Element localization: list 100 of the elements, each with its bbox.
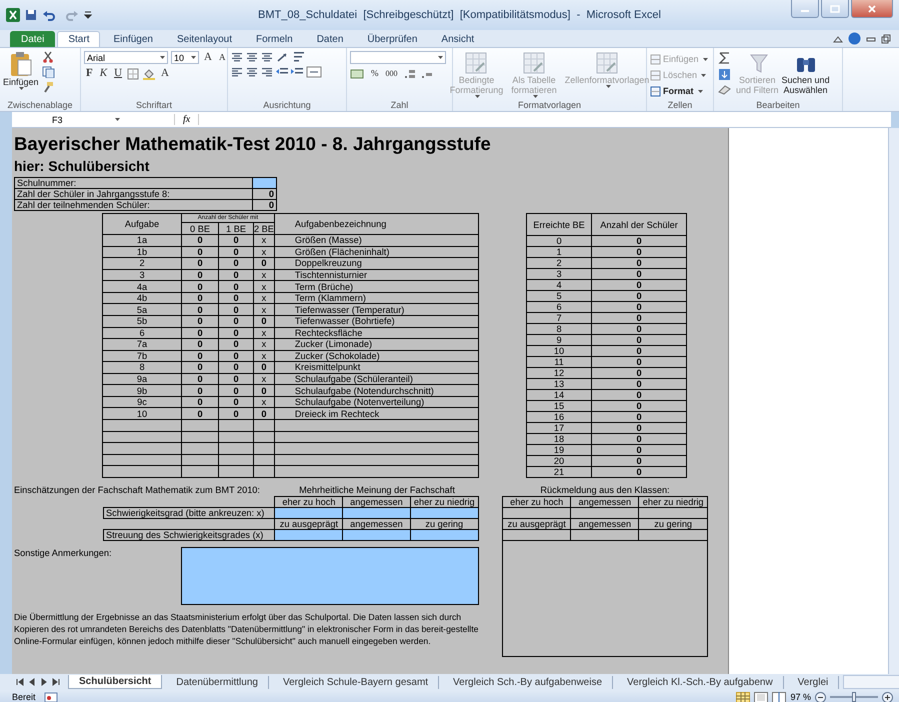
caret-icon [160, 56, 165, 59]
zoom-out-icon[interactable] [815, 692, 826, 702]
merge-cells-icon[interactable] [306, 66, 322, 78]
fill-down-icon[interactable] [717, 67, 733, 81]
vertical-scrollbar[interactable] [888, 128, 899, 674]
table-cell: 0 [592, 312, 686, 324]
page-break-icon[interactable] [772, 692, 786, 702]
shrink-font-button[interactable]: A [216, 51, 228, 64]
percent-button[interactable]: % [369, 67, 380, 80]
normal-view-icon[interactable] [736, 692, 750, 702]
column-header: Aufgabe [102, 214, 182, 235]
borders-icon[interactable] [127, 68, 140, 80]
italic-button[interactable]: K [98, 67, 110, 80]
insert-function-button[interactable]: fx [174, 114, 200, 125]
sheet-tab[interactable]: Verglei [788, 676, 840, 688]
cells-menu-button[interactable]: Format [650, 83, 708, 99]
row-label: Streuung des Schwierigkeitsgrades (x) [104, 530, 275, 540]
remarks-field[interactable] [181, 547, 479, 605]
sheet-tab[interactable]: Datenübermittlung [166, 676, 269, 688]
table-cell: 0 [592, 434, 686, 444]
table-cell: 0 [592, 236, 686, 246]
collapse-ribbon-icon[interactable] [833, 34, 843, 42]
wrap-text-icon[interactable] [293, 51, 307, 63]
input-cell[interactable] [274, 530, 343, 540]
ribbon-tab[interactable]: Daten [306, 31, 354, 47]
ribbon-tab[interactable]: Einfügen [102, 31, 164, 47]
customize-menu-icon[interactable] [84, 10, 92, 20]
next-sheet-icon[interactable] [40, 678, 48, 686]
previous-sheet-icon[interactable] [28, 678, 36, 686]
cut-icon[interactable] [42, 51, 54, 63]
zoom-slider[interactable] [852, 692, 856, 702]
ribbon-tab[interactable]: Formeln [245, 31, 304, 47]
minimize-icon[interactable] [866, 34, 876, 42]
ribbon-tab[interactable]: Überprüfen [356, 31, 428, 47]
paste-button[interactable]: Einfügen [3, 51, 39, 90]
undo-icon[interactable] [42, 9, 58, 21]
zoom-in-icon[interactable] [882, 692, 893, 702]
align-bottom-icon[interactable] [261, 52, 273, 62]
input-cell[interactable] [410, 508, 478, 518]
table-cell: 0 [182, 373, 218, 385]
name-box[interactable]: F3 [12, 114, 124, 124]
sheet-tab[interactable]: Schulübersicht [68, 675, 162, 689]
table-cell: 0 [592, 280, 686, 290]
table-cell: 0 [254, 384, 274, 396]
format-painter-icon[interactable] [42, 81, 54, 93]
thousands-button[interactable]: 000 [384, 67, 400, 80]
ribbon-tab[interactable]: Ansicht [430, 31, 486, 47]
sheet-subtitle: hier: Schulübersicht [14, 158, 150, 175]
table-style-icon [595, 51, 620, 75]
input-cell[interactable] [410, 530, 478, 540]
table-cell: 2 [526, 258, 592, 268]
table-cell: 0 [182, 350, 218, 362]
minimize-button[interactable] [791, 0, 819, 18]
zoom-level[interactable]: 97 % [790, 692, 811, 702]
align-left-icon[interactable] [231, 67, 243, 77]
maximize-button[interactable] [821, 0, 849, 18]
last-sheet-icon[interactable] [52, 678, 60, 686]
sheet-tab[interactable]: Vergleich Schule-Bayern gesamt [272, 676, 440, 688]
bold-button[interactable]: F [84, 67, 95, 80]
decrease-indent-icon[interactable] [276, 67, 288, 77]
table-cell: 19 [526, 444, 592, 456]
table-cell: 2 [102, 258, 182, 270]
ribbon-tab[interactable]: Start [57, 31, 100, 47]
ribbon-tab[interactable]: Seitenlayout [166, 31, 244, 47]
align-top-icon[interactable] [231, 52, 243, 62]
table-cell: 0 [254, 408, 274, 420]
table-cell: 0 [592, 290, 686, 302]
grow-font-button[interactable]: A [202, 51, 214, 64]
save-icon[interactable] [25, 9, 37, 21]
align-middle-icon[interactable] [246, 52, 258, 62]
underline-button[interactable]: U [112, 67, 124, 80]
sheet-tab[interactable]: Vergleich Sch.-By aufgabenweise [443, 676, 614, 688]
ribbon-tab[interactable]: Datei [10, 31, 56, 47]
first-sheet-icon[interactable] [16, 678, 24, 686]
currency-icon[interactable] [350, 68, 366, 80]
caret-icon [702, 58, 708, 60]
align-center-icon[interactable] [246, 67, 258, 77]
table-cell: x [254, 234, 274, 246]
table-cell: 0 [592, 444, 686, 456]
align-right-icon[interactable] [261, 67, 273, 77]
input-cell[interactable] [274, 508, 343, 518]
number-format-field[interactable] [350, 51, 446, 64]
find-select-button[interactable]: Suchen und Auswählen [782, 51, 830, 95]
restore-icon[interactable] [881, 34, 891, 44]
input-cell[interactable] [252, 178, 276, 188]
table-cell: 0 [592, 378, 686, 390]
increase-decimal-icon[interactable] [402, 68, 416, 80]
increase-indent-icon[interactable] [291, 67, 303, 77]
sheet-title: Bayerischer Mathematik-Test 2010 - 8. Jahrgangsstufe [14, 133, 492, 155]
font-name-field[interactable]: Arial [84, 51, 168, 64]
fill-color-icon[interactable] [142, 68, 156, 80]
close-button[interactable] [851, 0, 893, 18]
macro-record-icon[interactable] [44, 692, 58, 702]
caret-icon [698, 90, 703, 92]
sheet-tab[interactable]: Vergleich Kl.-Sch.-By aufgabenw [617, 676, 784, 688]
page-layout-icon[interactable] [754, 692, 768, 702]
table-cell: 0 [182, 327, 218, 339]
font-color-button[interactable]: A [159, 67, 171, 80]
eraser-icon[interactable] [717, 83, 733, 95]
font-size-field[interactable]: 10 [171, 51, 199, 64]
